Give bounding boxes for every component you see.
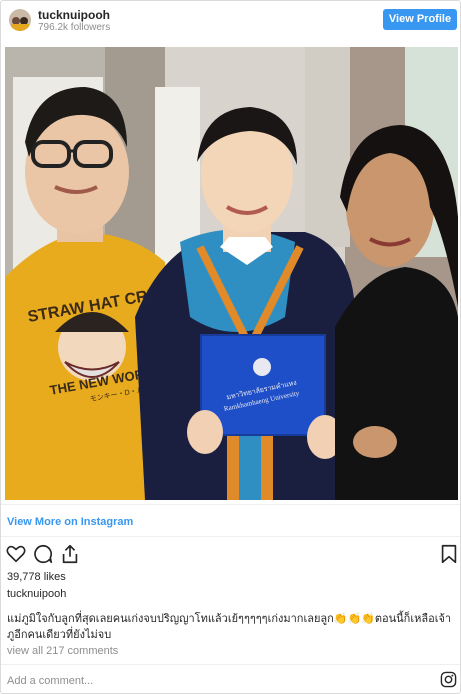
view-all-comments-link[interactable]: view all 217 comments <box>7 645 118 657</box>
actions-divider <box>1 536 460 537</box>
caption-username[interactable]: tucknuipooh <box>7 588 66 600</box>
photo-divider <box>1 504 460 505</box>
follower-count: 796.2k followers <box>38 22 111 33</box>
heart-icon[interactable] <box>5 543 27 565</box>
action-bar <box>1 543 460 567</box>
comment-icon[interactable] <box>32 543 54 565</box>
share-icon[interactable] <box>59 543 81 565</box>
view-profile-button[interactable]: View Profile <box>383 9 457 30</box>
add-comment-input[interactable]: Add a comment... <box>7 675 93 687</box>
caption-text: แม่ภูมิใจกับลูกที่สุดเลยคนเก่งจบปริญญาโท… <box>7 613 452 641</box>
graduation-photo: STRAW HAT CREW THE NEW WORLD モンキー・D・ルフィ … <box>5 47 458 500</box>
post-photo[interactable]: STRAW HAT CREW THE NEW WORLD モンキー・D・ルフィ … <box>5 47 458 500</box>
instagram-icon[interactable] <box>440 671 457 688</box>
view-more-on-instagram-link[interactable]: View More on Instagram <box>7 516 133 528</box>
profile-avatar[interactable] <box>9 9 31 31</box>
instagram-embed-card: tucknuipooh 796.2k followers View Profil… <box>0 0 461 694</box>
post-header: tucknuipooh 796.2k followers View Profil… <box>1 1 460 45</box>
like-count[interactable]: 39,778 likes <box>7 571 66 583</box>
bookmark-icon[interactable] <box>438 543 460 565</box>
avatar-image <box>9 9 31 31</box>
post-username[interactable]: tucknuipooh <box>38 8 110 22</box>
comment-divider <box>1 664 460 665</box>
